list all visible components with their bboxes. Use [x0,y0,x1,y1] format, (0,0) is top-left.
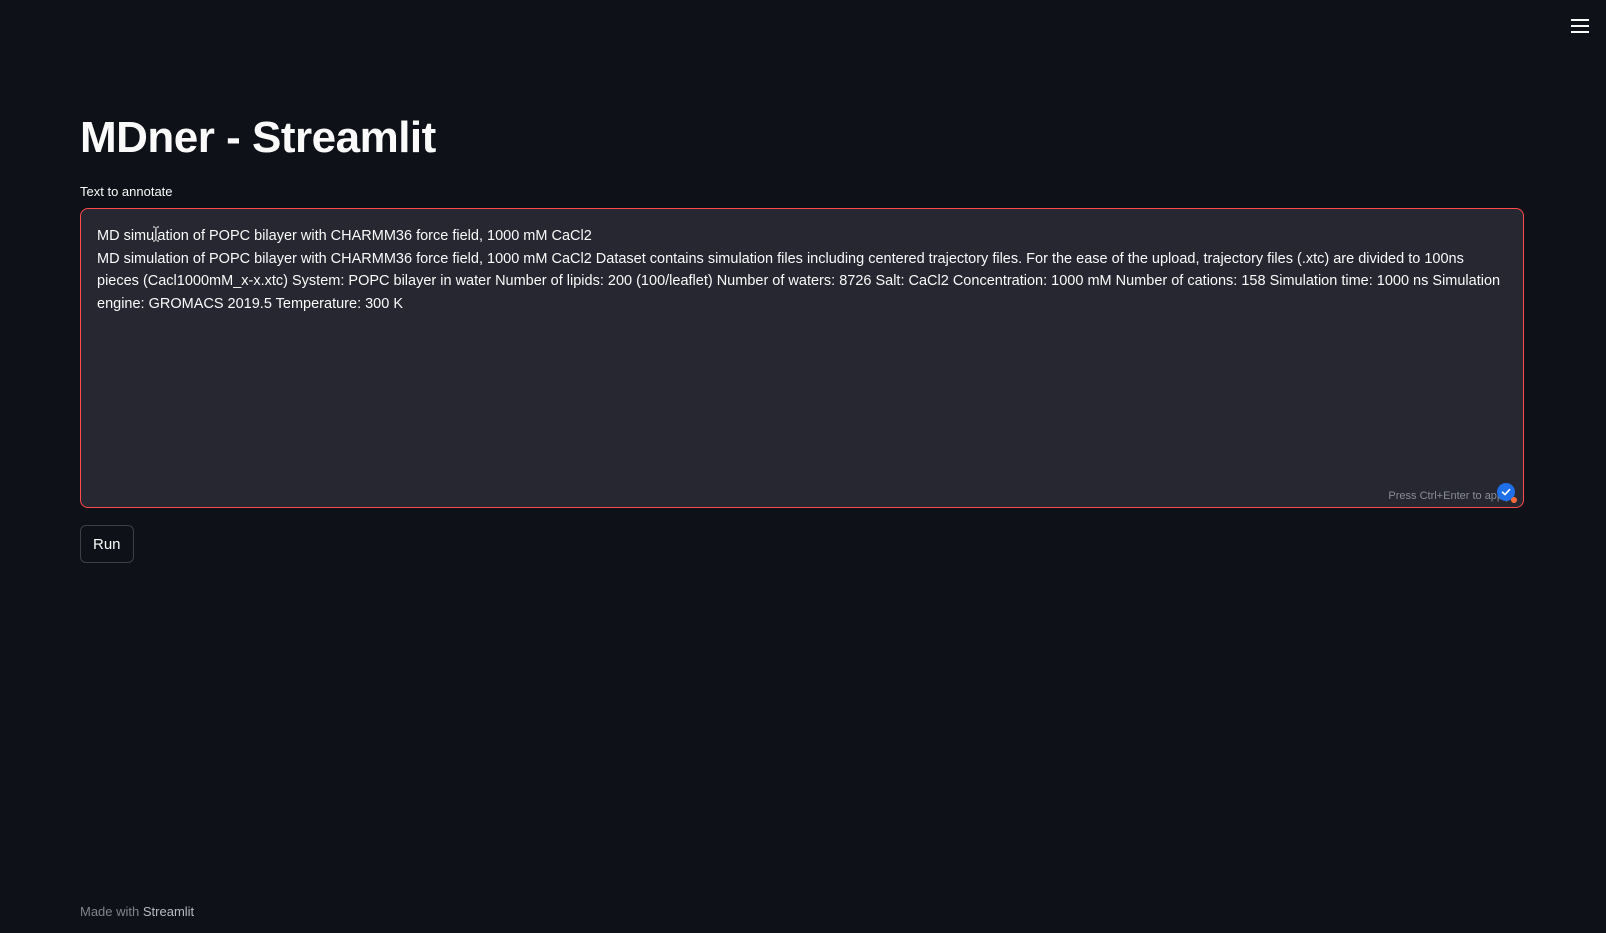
text-area-container: Press Ctrl+Enter to apply [80,208,1524,508]
run-button[interactable]: Run [80,525,134,563]
grammar-check-icon[interactable] [1497,483,1517,503]
notification-dot [1511,497,1517,503]
page-title: MDner - Streamlit [80,113,436,162]
streamlit-link[interactable]: Streamlit [143,904,194,919]
text-to-annotate-textarea[interactable] [97,225,1507,477]
hamburger-menu-icon [1571,19,1589,33]
footer: Made with Streamlit [80,904,194,920]
text-to-annotate-label: Text to annotate [80,184,173,199]
text-cursor-icon [153,226,159,242]
hamburger-menu-button[interactable] [1562,8,1598,44]
submit-hint: Press Ctrl+Enter to apply [1388,490,1511,502]
streamlit-app: MDner - Streamlit Text to annotate Press… [0,0,1606,933]
footer-prefix: Made with [80,904,140,919]
